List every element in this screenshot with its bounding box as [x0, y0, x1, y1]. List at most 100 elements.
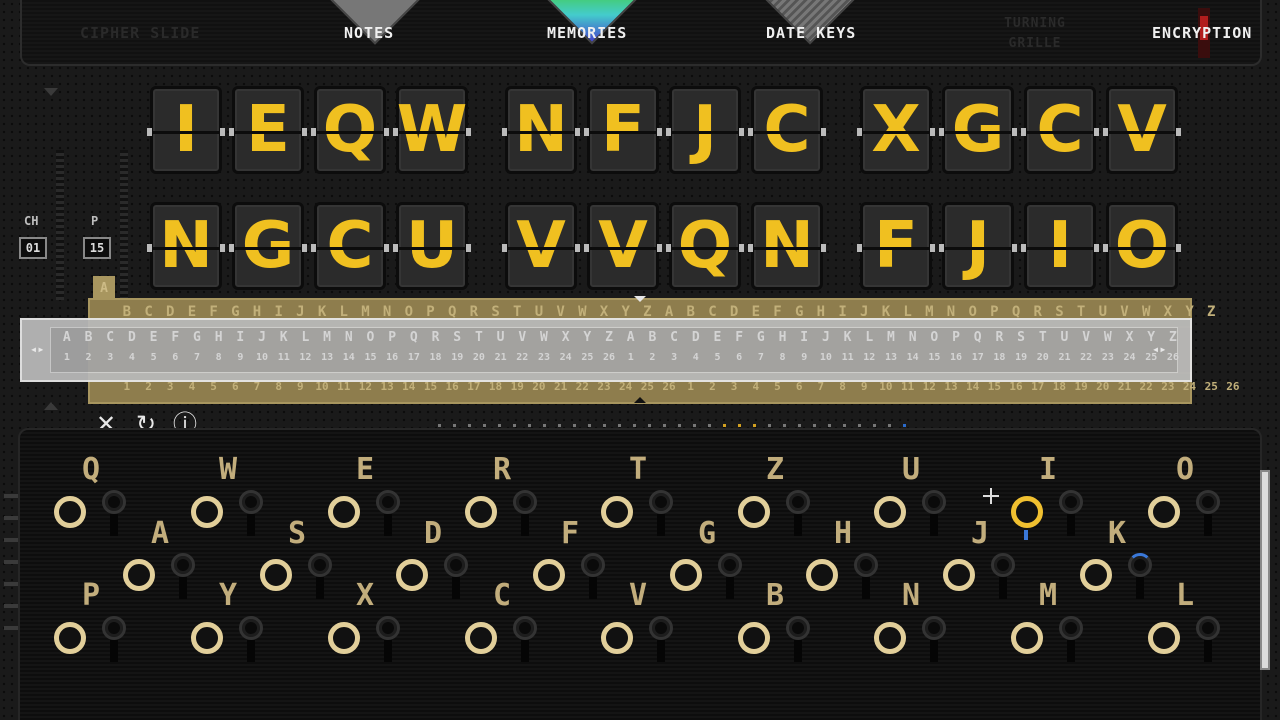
plug-jack[interactable]: [169, 553, 197, 599]
plug-socket[interactable]: [1080, 559, 1112, 591]
jack-stem: [794, 514, 802, 536]
flap-hinge-pin: [302, 244, 307, 252]
plug-socket[interactable]: [738, 496, 770, 528]
plug-letter: O: [1176, 452, 1195, 487]
plug-socket[interactable]: [191, 622, 223, 654]
plug-socket[interactable]: [1011, 496, 1043, 528]
plug-socket[interactable]: [1148, 622, 1180, 654]
grey-letter: F: [171, 330, 180, 345]
plug-socket[interactable]: [54, 622, 86, 654]
plug-jack[interactable]: [784, 616, 812, 662]
jack-ring-icon: [922, 490, 946, 514]
crosshair-cursor-icon: [983, 488, 999, 504]
channel-rail[interactable]: [56, 150, 64, 300]
plug-socket[interactable]: [943, 559, 975, 591]
plug-jack[interactable]: [511, 490, 539, 536]
slide-right-arrow-icon[interactable]: ◂▸: [1152, 342, 1166, 356]
grey-number: 23: [1101, 352, 1114, 363]
slide-left-arrow-icon[interactable]: ◂▸: [30, 342, 44, 356]
grey-number: 24: [1123, 352, 1136, 363]
jack-ring-icon: [513, 490, 537, 514]
plug-socket[interactable]: [874, 622, 906, 654]
grey-letter: H: [778, 330, 787, 345]
grey-letter: I: [800, 330, 809, 345]
flap-hinge-pin: [147, 128, 152, 136]
plug-jack[interactable]: [1057, 616, 1085, 662]
board-scrollbar[interactable]: [1260, 470, 1270, 670]
plug-jack[interactable]: [306, 553, 334, 599]
plug-socket[interactable]: [670, 559, 702, 591]
plug-letter: D: [424, 516, 443, 551]
plug-socket[interactable]: [874, 496, 906, 528]
plug-jack[interactable]: [920, 490, 948, 536]
tab-cipher-slide[interactable]: CIPHER SLIDE: [80, 24, 200, 42]
jack-stem: [794, 640, 802, 662]
flap-letter: C: [326, 209, 374, 283]
plug-jack[interactable]: [647, 490, 675, 536]
position-rail[interactable]: [120, 150, 128, 300]
plug-jack[interactable]: [237, 616, 265, 662]
tab-turning-grille[interactable]: TURNING GRILLE: [990, 14, 1080, 54]
tab-encryption[interactable]: ENCRYPTION: [1152, 24, 1252, 42]
flap-tile: F: [857, 202, 935, 290]
plug-socket[interactable]: [328, 622, 360, 654]
plug-socket[interactable]: [601, 496, 633, 528]
plug-jack[interactable]: [784, 490, 812, 536]
plug-jack[interactable]: [1057, 490, 1085, 536]
plug-socket[interactable]: [1011, 622, 1043, 654]
grey-slider[interactable]: [20, 318, 1192, 382]
grey-letter: Y: [583, 330, 592, 345]
plug-socket[interactable]: [533, 559, 565, 591]
plug-socket[interactable]: [260, 559, 292, 591]
plug-socket[interactable]: [465, 496, 497, 528]
plug-jack[interactable]: [716, 553, 744, 599]
plug-jack[interactable]: [374, 616, 402, 662]
p-value[interactable]: 15: [83, 237, 111, 259]
plug-socket[interactable]: [601, 622, 633, 654]
plug-socket[interactable]: [123, 559, 155, 591]
scroll-down-arrow-icon[interactable]: [44, 402, 58, 410]
plug-letter: J: [971, 516, 990, 551]
flap-tile: U: [393, 202, 471, 290]
plug-jack[interactable]: [1194, 616, 1222, 662]
flap-letter: C: [763, 93, 811, 167]
plug-socket[interactable]: [738, 622, 770, 654]
tab-date-keys[interactable]: DATE KEYS: [766, 24, 856, 42]
ch-value[interactable]: 01: [19, 237, 47, 259]
plug-jack[interactable]: [100, 616, 128, 662]
flap-tile: I: [1021, 202, 1099, 290]
jack-ring-icon: [239, 616, 263, 640]
plug-jack[interactable]: [1126, 553, 1154, 599]
plug-jack[interactable]: [442, 553, 470, 599]
plug-socket[interactable]: [191, 496, 223, 528]
plug-jack[interactable]: [237, 490, 265, 536]
flap-hinge-pin: [857, 244, 862, 252]
plug-jack[interactable]: [374, 490, 402, 536]
plug-jack[interactable]: [920, 616, 948, 662]
flap-hinge-pin: [1012, 244, 1017, 252]
plug-jack[interactable]: [100, 490, 128, 536]
plug-socket[interactable]: [396, 559, 428, 591]
tab-notes[interactable]: NOTES: [344, 24, 394, 42]
grey-number: 18: [993, 352, 1006, 363]
plug-socket[interactable]: [328, 496, 360, 528]
plug-socket[interactable]: [465, 622, 497, 654]
plug-socket[interactable]: [806, 559, 838, 591]
plug-jack[interactable]: [647, 616, 675, 662]
plug-jack[interactable]: [511, 616, 539, 662]
tab-memories[interactable]: MEMORIES: [547, 24, 627, 42]
grey-number: 14: [906, 352, 919, 363]
plug-jack[interactable]: [852, 553, 880, 599]
plug-socket[interactable]: [54, 496, 86, 528]
plug-letter: H: [834, 516, 853, 551]
grey-number: 5: [714, 352, 721, 363]
grey-number: 7: [193, 352, 200, 363]
plug-letter: N: [902, 578, 921, 613]
grey-number: 21: [494, 352, 507, 363]
jack-stem: [384, 514, 392, 536]
plug-jack[interactable]: [579, 553, 607, 599]
plug-socket[interactable]: [1148, 496, 1180, 528]
plug-jack[interactable]: [1194, 490, 1222, 536]
scroll-up-arrow-icon[interactable]: [44, 88, 58, 96]
plug-jack[interactable]: [989, 553, 1017, 599]
